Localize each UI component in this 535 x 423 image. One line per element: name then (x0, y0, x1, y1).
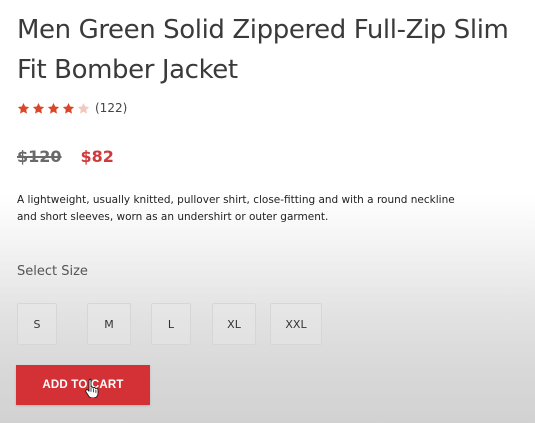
size-option-xxl[interactable]: XXL (270, 303, 322, 345)
size-option-s[interactable]: S (17, 303, 57, 345)
star-icon (17, 102, 30, 115)
select-size-label: Select Size (17, 264, 88, 279)
review-count[interactable]: (122) (95, 101, 127, 115)
star-icon (47, 102, 60, 115)
product-title: Men Green Solid Zippered Full-Zip Slim F… (17, 15, 509, 85)
original-price: $120 (17, 146, 62, 166)
star-icon (32, 102, 45, 115)
add-to-cart-button[interactable]: ADD TO CART (16, 365, 150, 405)
product-description: A lightweight, usually knitted, pullover… (17, 194, 455, 223)
price-row: $120 $82 (17, 144, 114, 168)
sale-price: $82 (80, 146, 114, 166)
size-options: S M L XL XXL (17, 303, 322, 345)
star-icon (62, 102, 75, 115)
size-option-m[interactable]: M (87, 303, 131, 345)
product-rating: (122) (17, 99, 127, 117)
size-option-l[interactable]: L (151, 303, 191, 345)
size-option-xl[interactable]: XL (212, 303, 256, 345)
star-icon (77, 102, 90, 115)
